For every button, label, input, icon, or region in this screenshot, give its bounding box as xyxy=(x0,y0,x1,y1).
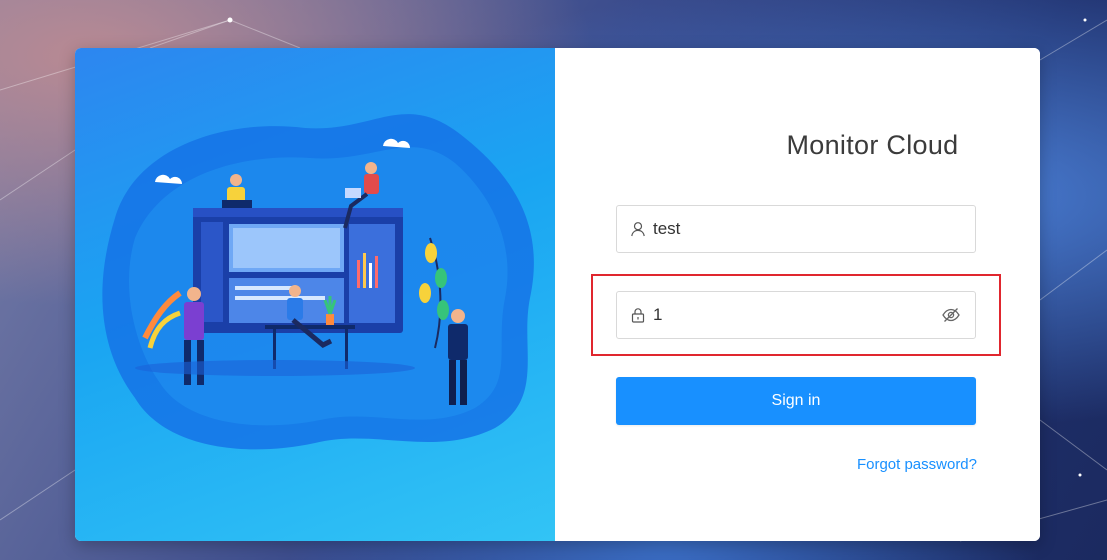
password-input[interactable] xyxy=(653,292,941,338)
password-field[interactable] xyxy=(616,291,976,339)
app-title: Monitor Cloud xyxy=(786,130,959,160)
lock-icon xyxy=(630,307,646,323)
team-workspace-illustration xyxy=(102,114,534,450)
illustration-panel xyxy=(75,48,555,541)
eye-hidden-icon[interactable] xyxy=(941,305,961,325)
forgot-password-link[interactable]: Forgot password? xyxy=(857,456,977,473)
sign-in-button[interactable]: Sign in xyxy=(616,377,976,425)
login-card: Monitor Cloud test 1 Sign in Forgot pass… xyxy=(75,48,1040,541)
login-form-panel: Monitor Cloud test 1 Sign in Forgot pass… xyxy=(555,48,1040,541)
username-input[interactable] xyxy=(653,206,975,252)
user-icon xyxy=(630,221,646,237)
username-field[interactable] xyxy=(616,205,976,253)
